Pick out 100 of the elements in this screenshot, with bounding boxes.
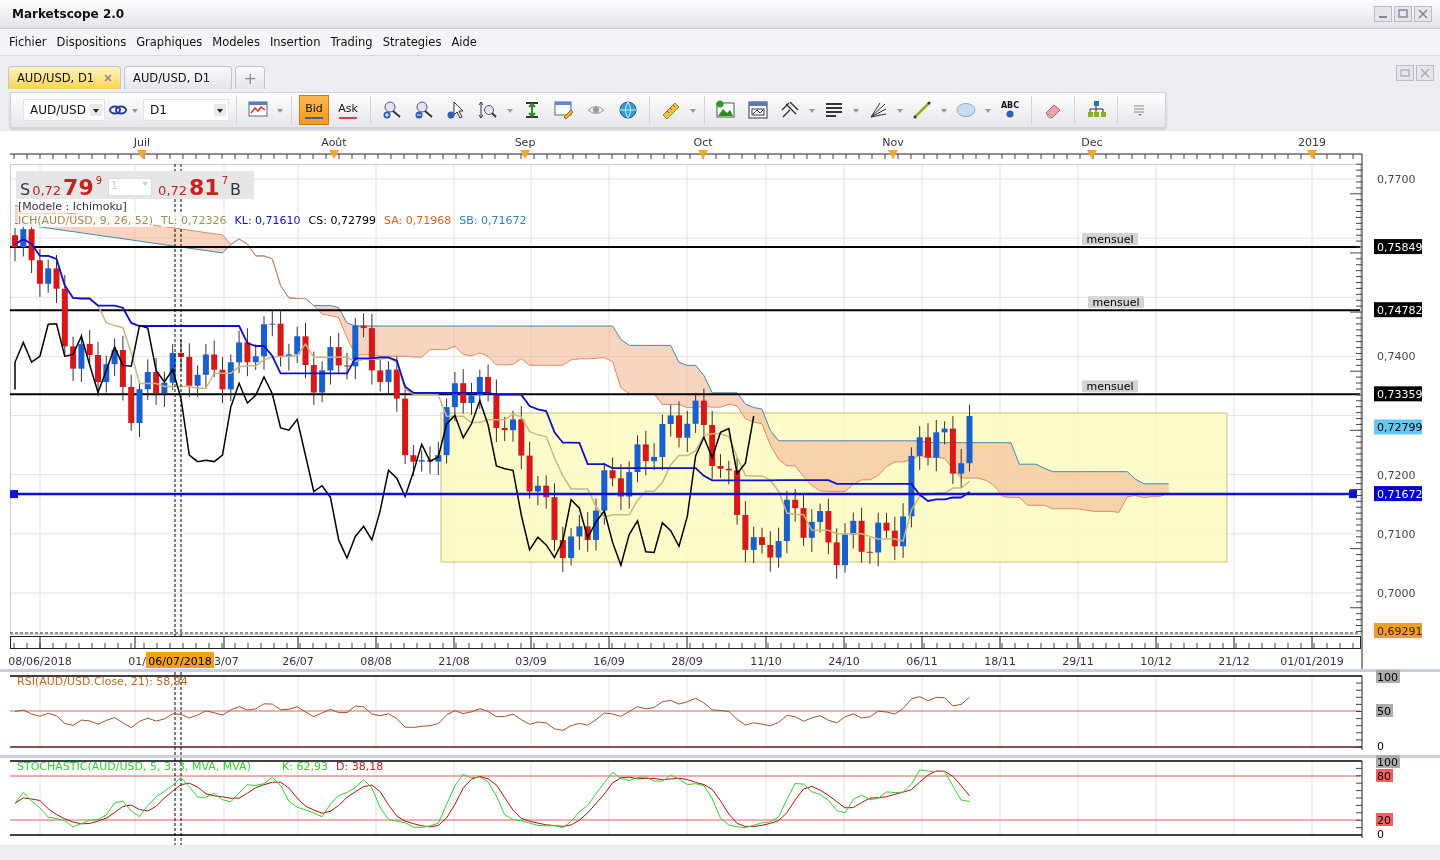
fan-lines-icon[interactable]: [868, 100, 888, 120]
indicator-value: KL: 0,71610: [234, 214, 301, 227]
price-tag: 0,74782: [1374, 302, 1423, 318]
pointer-icon[interactable]: [446, 100, 466, 120]
price-label: 0,7100: [1377, 527, 1416, 541]
candlestick: [925, 422, 931, 466]
caret-icon[interactable]: [940, 106, 948, 114]
menu-item[interactable]: Fichier: [4, 35, 52, 49]
menu-item[interactable]: Aide: [446, 35, 482, 49]
sell-price-prefix: 0,72: [32, 183, 62, 198]
price-side-button[interactable]: Bid: [299, 95, 329, 125]
indicator-value: SB: 0,71672: [459, 214, 527, 227]
date-label: 28/09: [671, 655, 703, 668]
caret-icon[interactable]: [276, 106, 284, 114]
buy-price-prefix: 0,72: [158, 183, 188, 198]
month-marker-icon: [1087, 150, 1097, 159]
timeframe-dropdown[interactable]: D1: [143, 99, 229, 121]
candlestick: [427, 445, 433, 475]
maximize-button[interactable]: [1394, 6, 1412, 22]
ellipse-tool-icon[interactable]: [956, 100, 976, 120]
date-label: 06/11: [906, 655, 938, 668]
minimize-button[interactable]: [1374, 6, 1392, 22]
date-label: 3/07: [214, 655, 239, 668]
axis-label: 50: [1376, 704, 1393, 718]
chain-link-icon[interactable]: [109, 103, 127, 117]
buy-price-fraction: 7: [221, 175, 229, 186]
candlestick: [344, 352, 350, 380]
line-handle: [10, 490, 18, 499]
indicator-value: TL: 0,72326: [161, 214, 227, 227]
sell-label: S: [20, 180, 31, 199]
cursor-date-tag: 06/07/2018: [146, 652, 214, 668]
date-label: 18/11: [984, 655, 1016, 668]
level-label: mensuel: [1082, 232, 1138, 246]
price-tag: 0,71672: [1374, 486, 1423, 502]
hierarchy-icon[interactable]: [1086, 100, 1106, 120]
price-tag: 0,73359: [1374, 386, 1423, 402]
menu-item[interactable]: Trading: [325, 35, 378, 49]
month-label: Oct: [693, 136, 713, 149]
price-tag: 0,72799: [1374, 419, 1423, 435]
close-button[interactable]: [1416, 64, 1434, 81]
month-marker-icon: [137, 150, 147, 159]
date-label: 01/: [128, 655, 146, 668]
price-label: 0,7400: [1377, 350, 1416, 364]
picture-add-icon[interactable]: [716, 100, 736, 120]
symbol-dropdown[interactable]: AUD/USD: [23, 99, 105, 121]
chart-tab[interactable]: AUD/USD, D1: [8, 66, 122, 89]
menu-item[interactable]: Dispositions: [51, 35, 132, 49]
axis-label: 100: [1376, 755, 1400, 769]
date-label: 16/09: [593, 655, 625, 668]
indicator-value: D: 38,18: [336, 760, 384, 773]
month-marker-icon: [329, 150, 339, 159]
caret-icon[interactable]: [896, 106, 904, 114]
caret-icon[interactable]: [689, 106, 697, 114]
menu-item[interactable]: Graphiques: [131, 35, 208, 49]
month-label: Dec: [1081, 136, 1103, 149]
caret-icon[interactable]: [852, 106, 860, 114]
line-tool-icon[interactable]: [912, 100, 932, 120]
window-chart-icon[interactable]: [748, 100, 768, 120]
date-label: 21/08: [438, 655, 470, 668]
level-label: mensuel: [1088, 295, 1144, 309]
level-label: mensuel: [1082, 379, 1138, 393]
buy-price-pips: 81: [189, 175, 220, 200]
caret-icon[interactable]: [506, 106, 514, 114]
date-label: 10/12: [1140, 655, 1172, 668]
globe-icon[interactable]: [618, 100, 638, 120]
month-label: Nov: [882, 136, 904, 149]
candlestick: [261, 315, 267, 371]
candlestick: [12, 227, 18, 262]
close-button[interactable]: [1414, 6, 1432, 22]
axis-label: 20: [1376, 813, 1393, 827]
price-side-button[interactable]: Ask: [333, 95, 363, 125]
buy-label: B: [230, 180, 242, 199]
text-tool-button[interactable]: ABC: [996, 96, 1024, 124]
indicator-value: K: 62,93: [282, 760, 328, 773]
zoom-out-icon[interactable]: [414, 100, 434, 120]
date-label: 24/10: [828, 655, 860, 668]
window-title: Marketscope 2.0: [12, 7, 125, 21]
date-label: 08/06/2018: [8, 655, 72, 668]
caret-icon[interactable]: [131, 106, 139, 114]
menu-item[interactable]: Insertion: [264, 35, 326, 49]
axis-label: 0: [1377, 740, 1384, 753]
date-label: 26/07: [282, 655, 314, 668]
overflow-menu-icon[interactable]: [1132, 102, 1146, 118]
date-label: 21/12: [1218, 655, 1250, 668]
chart-type-icon[interactable]: [248, 100, 268, 120]
chart-tab[interactable]: AUD/USD, D1: [124, 66, 233, 89]
ruler-icon[interactable]: [661, 100, 681, 120]
candlestick: [759, 527, 765, 555]
close-icon[interactable]: [104, 74, 113, 82]
caret-icon: [141, 179, 150, 187]
month-label: 2019: [1298, 136, 1326, 149]
sell-price-fraction: 9: [95, 175, 103, 186]
zoom-range-icon[interactable]: [478, 100, 498, 120]
window-pencil-icon[interactable]: [554, 100, 574, 120]
menu-item[interactable]: Strategies: [377, 35, 447, 49]
menu-item[interactable]: Modeles: [207, 35, 265, 49]
caret-icon[interactable]: [984, 106, 992, 114]
caret-icon[interactable]: [808, 106, 816, 114]
zoom-in-icon[interactable]: [382, 100, 402, 120]
month-label: Août: [321, 136, 347, 149]
